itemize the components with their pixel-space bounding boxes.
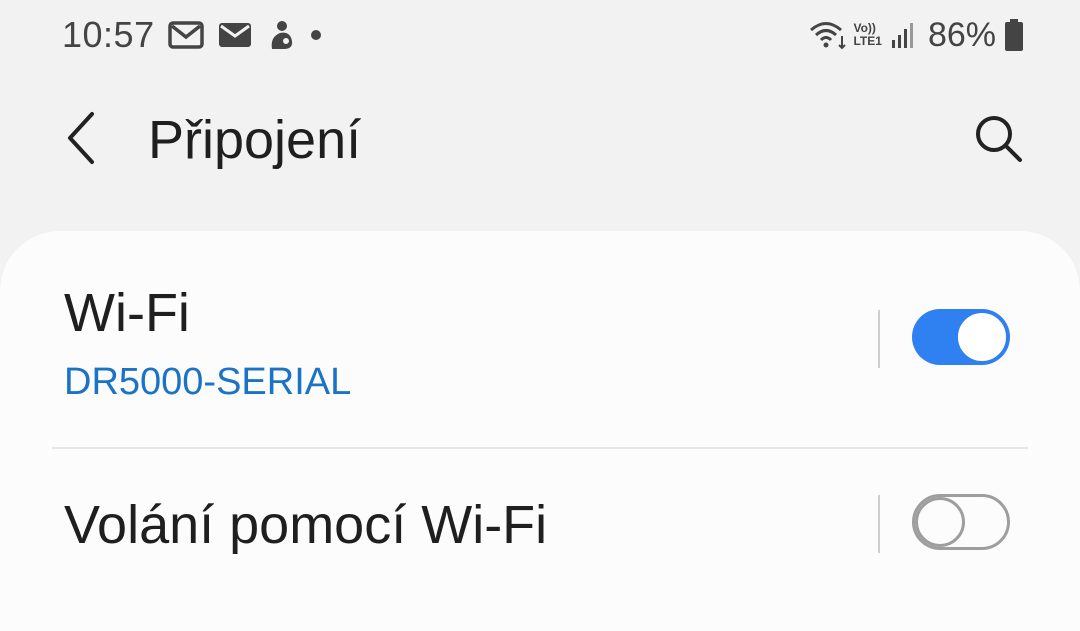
status-time: 10:57 xyxy=(62,14,155,55)
page-title: Připojení xyxy=(148,110,362,170)
settings-card: Wi-Fi DR5000-SERIAL Volání pomocí Wi-Fi xyxy=(0,231,1080,631)
wifi-toggle[interactable] xyxy=(912,309,1010,365)
volte-lte-icon: Vo)) LTE1 xyxy=(853,22,881,48)
toggle-knob xyxy=(956,311,1008,363)
wifi-title: Wi-Fi xyxy=(64,283,190,343)
signal-icon xyxy=(891,23,913,48)
status-bar: 10:57 Vo)) LTE1 86% xyxy=(0,0,1080,70)
setting-row-wifi[interactable]: Wi-Fi DR5000-SERIAL xyxy=(0,231,1080,447)
search-button[interactable] xyxy=(970,110,1030,170)
battery-percent: 86% xyxy=(927,15,996,54)
row-separator xyxy=(878,495,880,553)
lte-label: LTE1 xyxy=(853,34,882,48)
app-notification-icon xyxy=(271,21,293,49)
chevron-left-icon xyxy=(68,112,94,164)
setting-row-wifi-calling[interactable]: Volání pomocí Wi-Fi xyxy=(0,449,1080,631)
toggle-knob xyxy=(915,497,965,547)
wifi-icon xyxy=(810,22,847,50)
wifi-network-name: DR5000-SERIAL xyxy=(64,361,352,403)
battery-icon xyxy=(1005,19,1023,51)
more-notifications-dot-icon xyxy=(311,30,321,40)
gmail-icon xyxy=(168,21,204,49)
search-icon xyxy=(976,116,1022,162)
back-button[interactable] xyxy=(54,108,114,168)
wifi-calling-toggle[interactable] xyxy=(912,494,1010,550)
email-icon xyxy=(219,23,251,47)
row-separator xyxy=(878,310,880,368)
status-icons: Vo)) LTE1 86% xyxy=(801,14,1024,56)
wifi-calling-title: Volání pomocí Wi-Fi xyxy=(64,495,548,555)
notification-icons xyxy=(168,18,336,52)
app-bar: Připojení xyxy=(0,70,1080,210)
